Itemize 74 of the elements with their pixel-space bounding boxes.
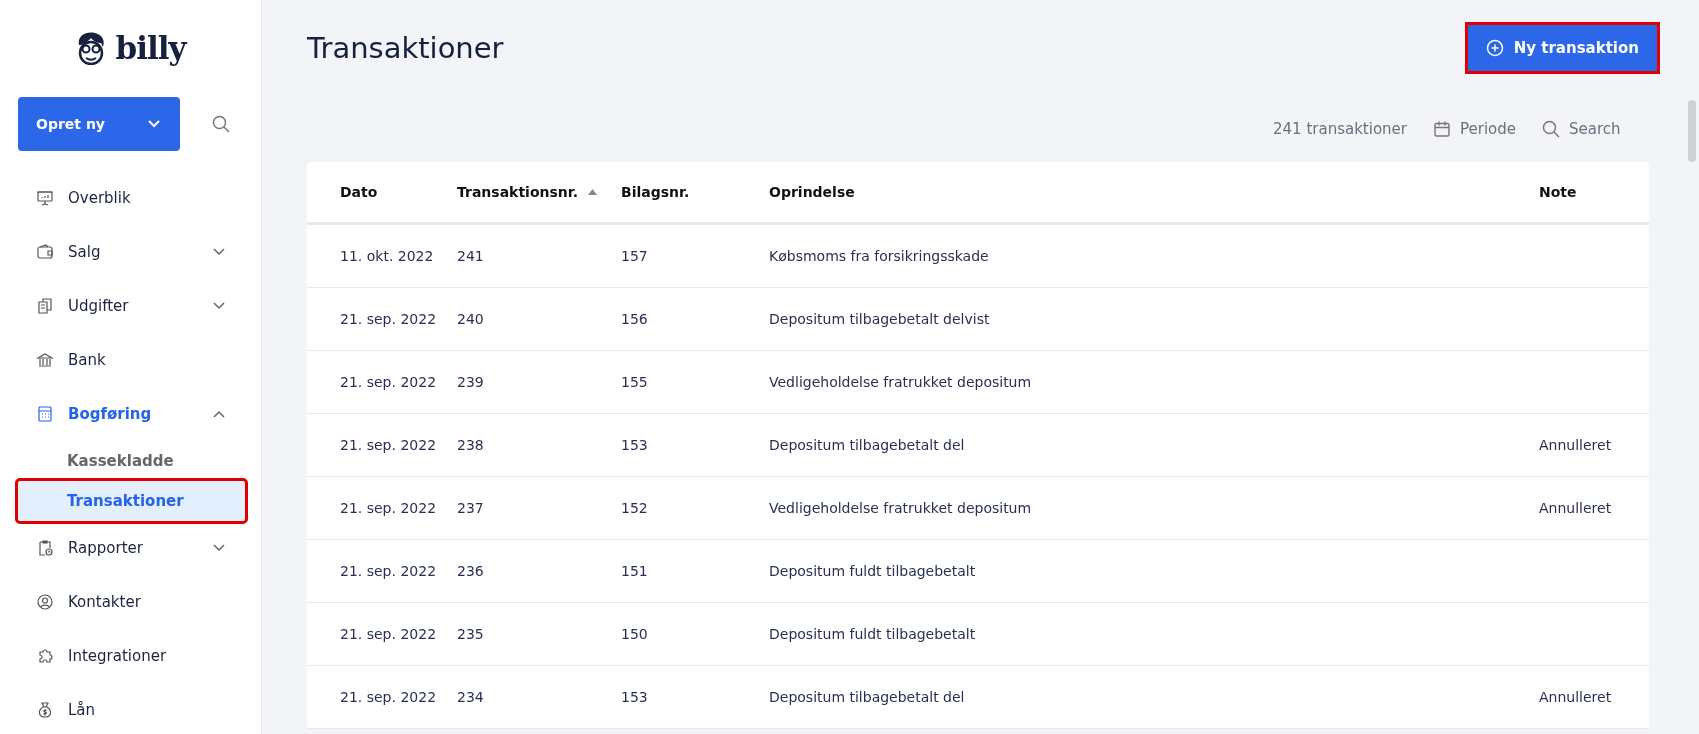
table-cell: 238 xyxy=(457,437,484,453)
bank-icon xyxy=(36,351,54,369)
moneybag-icon xyxy=(36,701,54,719)
table-cell: Depositum tilbagebetalt del xyxy=(769,437,965,453)
sidebar-item[interactable]: Udgifter xyxy=(0,279,261,333)
chevron-down-icon xyxy=(148,120,160,128)
column-header[interactable]: Bilagsnr. xyxy=(621,184,769,200)
receipts-icon xyxy=(36,297,54,315)
sidebar-item[interactable]: Overblik xyxy=(0,171,261,225)
search-icon xyxy=(1542,120,1560,138)
table-cell: 152 xyxy=(621,500,648,516)
sidebar-item[interactable]: Lån xyxy=(0,683,261,734)
calculator-icon xyxy=(36,405,54,423)
sidebar-subitem[interactable]: Transaktioner xyxy=(18,481,245,521)
brand-logo-text: billy xyxy=(115,30,186,66)
table-cell: 21. sep. 2022 xyxy=(340,374,437,390)
plus-circle-icon xyxy=(1485,39,1504,57)
table-cell: 156 xyxy=(621,311,648,327)
create-new-button[interactable]: Opret ny xyxy=(18,97,180,151)
sort-arrow-icon xyxy=(588,189,598,195)
table-cell: Depositum fuldt tilbagebetalt xyxy=(769,563,976,579)
table-cell: 21. sep. 2022 xyxy=(340,689,437,705)
column-header[interactable]: Transaktionsnr. xyxy=(457,184,621,200)
table-cell: Købsmoms fra forsikringsskade xyxy=(769,248,989,264)
wallet-icon xyxy=(36,243,54,261)
sidebar-subitem[interactable]: Kassekladde xyxy=(18,441,245,481)
sidebar-item[interactable]: Rapporter xyxy=(0,521,261,575)
table-cell: 21. sep. 2022 xyxy=(340,626,437,642)
sidebar-item[interactable]: Kontakter xyxy=(0,575,261,629)
table-cell: 235 xyxy=(457,626,484,642)
table-cell: Depositum tilbagebetalt delvist xyxy=(769,311,990,327)
table-cell: 240 xyxy=(457,311,484,327)
table-cell: 234 xyxy=(457,689,484,705)
table-cell: 237 xyxy=(457,500,484,516)
clipboard-icon xyxy=(36,539,54,557)
table-cell: 153 xyxy=(621,689,648,705)
sidebar-item[interactable]: Integrationer xyxy=(0,629,261,683)
table-cell: 21. sep. 2022 xyxy=(340,311,437,327)
table-cell: 153 xyxy=(621,437,648,453)
table-cell: Annulleret xyxy=(1539,689,1612,705)
transaction-count: 241 transaktioner xyxy=(1273,120,1407,138)
column-header[interactable]: Dato xyxy=(307,184,457,200)
table-cell: 157 xyxy=(621,248,648,264)
sidebar-item[interactable]: Bogføring xyxy=(0,387,261,441)
table-cell: 21. sep. 2022 xyxy=(340,563,437,579)
presentation-icon xyxy=(36,189,54,207)
sidebar-item[interactable]: Bank xyxy=(0,333,261,387)
table-cell: Depositum fuldt tilbagebetalt xyxy=(769,626,976,642)
column-header[interactable]: Note xyxy=(1539,184,1649,200)
period-button[interactable]: Periode xyxy=(1433,120,1516,138)
table-cell: Vedligeholdelse fratrukket depositum xyxy=(769,500,1032,516)
table-cell: 150 xyxy=(621,626,648,642)
column-header[interactable]: Oprindelse xyxy=(769,184,1539,200)
table-cell: 155 xyxy=(621,374,648,390)
table-cell: Annulleret xyxy=(1539,437,1612,453)
page-title: Transaktioner xyxy=(307,31,504,65)
search-field[interactable]: Search xyxy=(1542,120,1631,138)
table-cell: 21. sep. 2022 xyxy=(340,500,437,516)
person-icon xyxy=(36,593,54,611)
table-cell: 21. sep. 2022 xyxy=(340,437,437,453)
puzzle-icon xyxy=(36,647,54,665)
table-cell: 236 xyxy=(457,563,484,579)
scrollbar-thumb[interactable] xyxy=(1688,100,1696,162)
table-cell: Depositum tilbagebetalt del xyxy=(769,689,965,705)
table-cell: Vedligeholdelse fratrukket depositum xyxy=(769,374,1032,390)
sidebar-item[interactable]: Salg xyxy=(0,225,261,279)
calendar-icon xyxy=(1433,120,1451,138)
table-cell: 239 xyxy=(457,374,484,390)
table-cell: 11. okt. 2022 xyxy=(340,248,434,264)
table-cell: 241 xyxy=(457,248,484,264)
table-cell: Annulleret xyxy=(1539,500,1612,516)
search-icon[interactable] xyxy=(212,115,230,133)
table-cell: 151 xyxy=(621,563,648,579)
new-transaction-button[interactable]: Ny transaktion xyxy=(1467,25,1657,71)
